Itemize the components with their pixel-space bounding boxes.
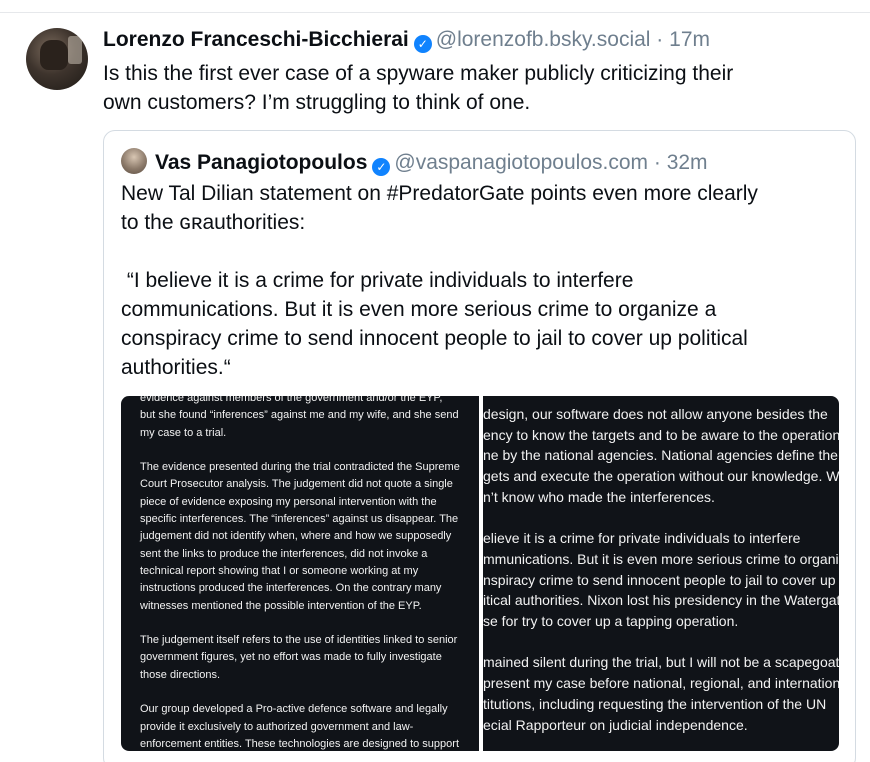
- image-text-line: [140, 442, 470, 459]
- quoted-text-line: “I believe it is a crime for private ind…: [121, 269, 634, 292]
- quoted-author-avatar[interactable]: [121, 148, 147, 174]
- verified-check-icon: ✓: [372, 158, 391, 176]
- post-time[interactable]: 17m: [669, 28, 710, 51]
- image-text-line: evidence against members of the governme…: [140, 396, 443, 404]
- image-text-line: [140, 684, 470, 701]
- image-text-line: [483, 508, 839, 529]
- image-text-line: titutions, including requesting the inte…: [483, 695, 827, 712]
- verified-check-icon: ✓: [413, 35, 432, 53]
- quoted-post[interactable]: Vas Panagiotopoulos ✓ @vaspanagiotopoulos.…: [103, 130, 856, 762]
- image-text-line: specific interferences. The “inferences”…: [140, 513, 459, 526]
- image-text-line: but she found “inferences” against me an…: [140, 409, 459, 422]
- quoted-author-handle[interactable]: @vaspanagiotopoulos.com: [394, 151, 648, 174]
- image-text-line: piece of evidence exposing my personal i…: [140, 495, 437, 508]
- post-text-line: own customers? I’m struggling to think o…: [103, 91, 531, 114]
- image-text-line: The evidence presented during the trial …: [140, 461, 460, 474]
- image-text-line: n’t know who made the interferences.: [483, 488, 715, 505]
- quoted-post-time[interactable]: 32m: [667, 151, 708, 174]
- image-text-line: Court Prosecutor analysis. The judgement…: [140, 478, 453, 491]
- quoted-post-text: New Tal Dilian statement on #PredatorGat…: [121, 179, 841, 382]
- quoted-text-line: communications. But it is even more seri…: [121, 298, 717, 321]
- post-text-line: Is this the first ever case of a spyware…: [103, 62, 734, 85]
- image-text-line: those directions.: [140, 668, 221, 681]
- image-text-line: [483, 632, 839, 653]
- image-text-line: se for try to cover up a tapping operati…: [483, 613, 739, 630]
- image-text-line: ne by the national agencies. National ag…: [483, 447, 838, 464]
- statement-text-left: evidence against members of the governme…: [140, 396, 470, 751]
- image-text-line: provide it exclusively to authorized gov…: [140, 720, 414, 733]
- separator-dot: ·: [653, 151, 661, 174]
- image-text-line: witnesses mentioned the possible interve…: [140, 599, 422, 612]
- image-text-line: nspiracy crime to send innocent people t…: [483, 571, 836, 588]
- quoted-post-header: Vas Panagiotopoulos ✓ @vaspanagiotopoulos.…: [121, 148, 708, 176]
- image-text-line: The judgement itself refers to the use o…: [140, 634, 458, 647]
- author-handle[interactable]: @lorenzofb.bsky.social: [436, 28, 651, 51]
- image-text-line: technical report showing that I or someo…: [140, 564, 419, 577]
- post-text: Is this the first ever case of a spyware…: [103, 59, 843, 117]
- image-text-line: government figures, yet no effort was ma…: [140, 651, 442, 664]
- image-text-line: itical authorities. Nixon lost his presi…: [483, 592, 839, 609]
- separator-dot: ·: [656, 28, 664, 51]
- image-text-line: ency to know the targets and to be aware…: [483, 426, 839, 443]
- image-text-line: gets and execute the operation without o…: [483, 468, 839, 485]
- image-text-line: mmunications. But it is even more seriou…: [483, 550, 839, 567]
- image-text-line: elieve it is a crime for private individ…: [483, 530, 801, 547]
- image-text-line: my case to a trial.: [140, 426, 227, 439]
- quoted-text-line: conspiracy crime to send innocent people…: [121, 327, 748, 350]
- image-text-line: mained silent during the trial, but I wi…: [483, 654, 839, 671]
- quoted-text-line: authorities.“: [121, 356, 231, 379]
- image-text-line: Our group developed a Pro-active defence…: [140, 703, 448, 716]
- statement-text-right: design, our software does not allow anyo…: [483, 404, 839, 735]
- quoted-text-line: to the ɢʀauthorities:: [121, 211, 306, 234]
- image-text-line: enforcement entities. These technologies…: [140, 737, 459, 750]
- quoted-author-name[interactable]: Vas Panagiotopoulos: [155, 151, 367, 174]
- image-text-line: sent the links to produce the interferen…: [140, 547, 428, 560]
- quoted-post-images: evidence against members of the governme…: [121, 396, 839, 751]
- image-text-line: judgement did not identify when, where a…: [140, 530, 452, 543]
- post-header: Lorenzo Franceschi-Bicchierai ✓ @lorenzofb…: [103, 27, 710, 53]
- quoted-text-line: New Tal Dilian statement on #PredatorGat…: [121, 182, 758, 205]
- statement-image-right[interactable]: design, our software does not allow anyo…: [483, 396, 839, 751]
- statement-image-left[interactable]: evidence against members of the governme…: [121, 396, 479, 751]
- author-name[interactable]: Lorenzo Franceschi-Bicchierai: [103, 28, 409, 51]
- author-avatar[interactable]: [26, 28, 88, 90]
- image-text-line: design, our software does not allow anyo…: [483, 406, 828, 422]
- post[interactable]: Lorenzo Franceschi-Bicchierai ✓ @lorenzofb…: [0, 13, 870, 762]
- image-text-line: instructions produced the interferences.…: [140, 582, 442, 595]
- image-text-line: present my case before national, regiona…: [483, 675, 839, 692]
- image-text-line: ecial Rapporteur on judicial independenc…: [483, 716, 748, 733]
- image-text-line: [140, 615, 470, 632]
